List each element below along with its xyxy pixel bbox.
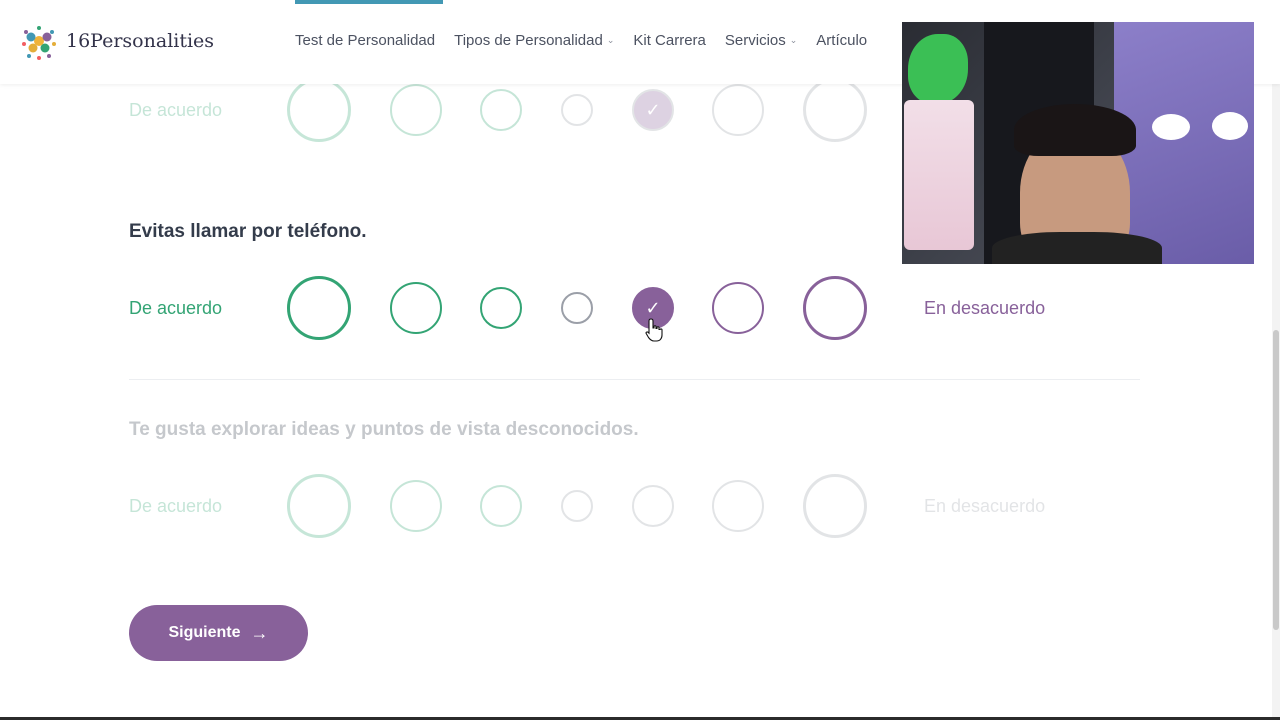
nav-item-label: Artículo <box>816 32 868 49</box>
hand-cursor-icon <box>645 318 663 342</box>
webcam-decoration <box>908 34 968 104</box>
nav-item-label: Servicios <box>724 32 786 49</box>
agree-label: De acuerdo <box>129 298 223 318</box>
nav-item-label: Tipos de Personalidad <box>454 32 603 49</box>
disagree-label: En desacuerdo <box>924 298 1046 318</box>
option-strongly-agree-radio[interactable] <box>287 78 351 142</box>
option-slightly-agree-radio[interactable] <box>480 89 522 131</box>
main-nav: Test de Personalidad Tipos de Personalid… <box>295 32 867 49</box>
option-strongly-disagree-radio[interactable] <box>803 276 867 340</box>
option-slightly-disagree-radio[interactable] <box>632 485 674 527</box>
logo[interactable]: 16Personalities <box>18 20 214 62</box>
nav-item-personality-types[interactable]: Tipos de Personalidad ⌄ <box>454 32 614 49</box>
logo-text: 16Personalities <box>66 30 215 52</box>
question-title: Te gusta explorar ideas y puntos de vist… <box>129 419 639 440</box>
question-row-active: De acuerdo En desacuerdo ✓ <box>0 273 1280 343</box>
next-button[interactable]: Siguiente → <box>129 605 308 661</box>
question-title: Evitas llamar por teléfono. <box>129 221 367 242</box>
nav-item-articles[interactable]: Artículo <box>816 32 867 49</box>
nav-item-career-kit[interactable]: Kit Carrera <box>633 32 706 49</box>
option-disagree-radio[interactable] <box>712 282 764 334</box>
option-neutral-radio[interactable] <box>561 490 593 522</box>
option-agree-radio[interactable] <box>390 84 442 136</box>
nav-item-personality-test[interactable]: Test de Personalidad <box>295 32 435 49</box>
question-row-upcoming: De acuerdo En desacuerdo <box>0 471 1280 541</box>
option-slightly-agree-radio[interactable] <box>480 485 522 527</box>
option-strongly-disagree-radio[interactable] <box>803 78 867 142</box>
nav-item-label: Kit Carrera <box>633 32 706 49</box>
question-divider <box>129 379 1140 380</box>
option-disagree-radio[interactable] <box>712 84 764 136</box>
option-disagree-radio[interactable] <box>712 480 764 532</box>
webcam-plush-eye <box>1152 114 1190 140</box>
chevron-down-icon: ⌄ <box>606 35 615 45</box>
scrollbar-thumb[interactable] <box>1273 330 1279 630</box>
option-strongly-agree-radio[interactable] <box>287 474 351 538</box>
nav-item-services[interactable]: Servicios ⌄ <box>725 32 797 49</box>
agree-label: De acuerdo <box>129 496 223 516</box>
option-agree-radio[interactable] <box>390 480 442 532</box>
option-neutral-radio[interactable] <box>561 94 593 126</box>
webcam-overlay <box>902 22 1254 264</box>
next-button-label: Siguiente <box>168 624 241 641</box>
option-strongly-agree-radio[interactable] <box>287 276 351 340</box>
check-icon: ✓ <box>645 298 661 318</box>
webcam-plush-eye <box>1212 112 1248 140</box>
check-icon: ✓ <box>645 100 661 120</box>
nav-item-label: Test de Personalidad <box>295 32 436 49</box>
chevron-down-icon: ⌄ <box>789 35 798 45</box>
active-nav-indicator <box>295 0 443 4</box>
option-agree-radio[interactable] <box>390 282 442 334</box>
webcam-person-shirt <box>992 232 1162 264</box>
logo-icon <box>22 26 56 60</box>
option-slightly-disagree-radio[interactable]: ✓ <box>632 89 674 131</box>
page-scrollbar[interactable] <box>1272 0 1280 720</box>
disagree-label: En desacuerdo <box>924 496 1046 516</box>
option-neutral-radio[interactable] <box>561 292 593 324</box>
webcam-jersey <box>904 100 974 250</box>
agree-label: De acuerdo <box>129 100 223 120</box>
webcam-person-hair <box>1014 104 1136 156</box>
arrow-right-icon: → <box>250 622 269 643</box>
option-slightly-agree-radio[interactable] <box>480 287 522 329</box>
option-strongly-disagree-radio[interactable] <box>803 474 867 538</box>
